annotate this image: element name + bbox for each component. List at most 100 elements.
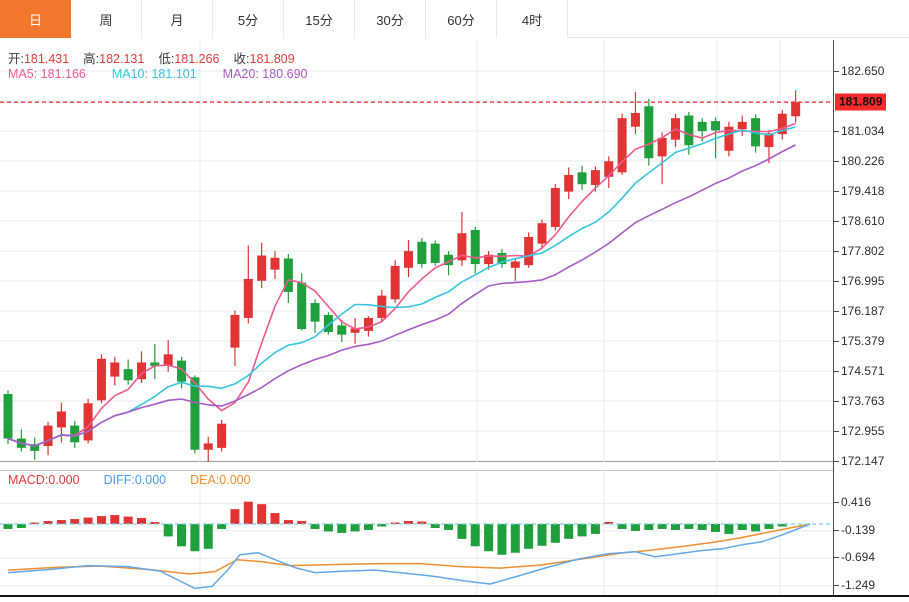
chart-bottom-border (0, 595, 909, 597)
macd-bar (364, 524, 373, 530)
candle-body (658, 138, 667, 157)
price-axis-label: 176.995 (841, 274, 884, 288)
candle-body (257, 256, 266, 281)
candle-body (110, 362, 119, 376)
candle-body (57, 411, 66, 427)
macd-bar (684, 524, 693, 529)
candle-body (591, 170, 600, 185)
macd-bar (311, 524, 320, 529)
tab-month[interactable]: 月 (142, 0, 213, 38)
candle-body (164, 354, 173, 365)
interval-tabbar: 日 周 月 5分 15分 30分 60分 4时 (0, 0, 909, 38)
macd-bar (351, 524, 360, 531)
candle-body (791, 102, 800, 116)
high-value: 182.131 (99, 52, 144, 66)
macd-bar (124, 517, 133, 524)
macd-bar (190, 524, 199, 551)
price-axis-label-tick (834, 131, 839, 132)
macd-bar (524, 524, 533, 549)
price-axis-label-tick (834, 221, 839, 222)
candle-body (644, 106, 653, 158)
low-value: 181.266 (174, 52, 219, 66)
diff-line (8, 524, 810, 588)
candle-body (364, 318, 373, 331)
macd-bar (578, 524, 587, 536)
macd-axis-label: -0.139 (841, 523, 875, 537)
candle-body (324, 315, 333, 332)
tab-60min[interactable]: 60分 (426, 0, 497, 38)
macd-bar (764, 524, 773, 529)
candle-body (738, 122, 747, 129)
candle-body (271, 258, 280, 270)
price-axis-label-tick (834, 341, 839, 342)
tab-4hour[interactable]: 4时 (497, 0, 568, 38)
open-value: 181.431 (24, 52, 69, 66)
price-axis-label: 179.418 (841, 184, 884, 198)
price-axis-label: 177.802 (841, 244, 884, 258)
tab-week[interactable]: 周 (71, 0, 142, 38)
price-axis-label-tick (834, 461, 839, 462)
candle-body (551, 188, 560, 227)
price-axis-label-tick (834, 161, 839, 162)
candlestick-chart-area[interactable] (0, 40, 833, 462)
candle-body (471, 230, 480, 264)
macd-svg (0, 471, 833, 597)
macd-bar (738, 524, 747, 530)
main-gridlines (0, 40, 833, 462)
candle-body (538, 223, 547, 243)
price-axis-label-tick (834, 71, 839, 72)
macd-axis-label: -1.249 (841, 578, 875, 592)
ma10-value: MA10: 181.101 (112, 67, 197, 81)
tab-15min[interactable]: 15分 (284, 0, 355, 38)
open-label: 开: (8, 52, 24, 66)
macd-bar (177, 524, 186, 546)
diff-value: DIFF:0.000 (104, 473, 167, 487)
macd-bar (618, 524, 627, 529)
macd-bar (257, 504, 266, 524)
candle-body (684, 116, 693, 146)
macd-bar (497, 524, 506, 555)
ma5-line (8, 124, 796, 446)
candle-body (578, 172, 587, 184)
macd-axis-label-tick (834, 530, 839, 531)
ma20-value: MA20: 180.690 (223, 67, 308, 81)
price-axis-label: 181.034 (841, 124, 884, 138)
candle-body (417, 242, 426, 264)
macd-bar (457, 524, 466, 539)
price-axis-label-tick (834, 251, 839, 252)
macd-bar (644, 524, 653, 530)
macd-histogram (4, 502, 787, 555)
macd-chart-area[interactable] (0, 470, 833, 597)
candle-body (217, 424, 226, 448)
tab-day[interactable]: 日 (0, 0, 71, 38)
price-axis-label: 174.571 (841, 364, 884, 378)
ma5-value: MA5: 181.166 (8, 67, 86, 81)
candle-body (337, 325, 346, 334)
macd-bar (137, 518, 146, 524)
macd-bar (217, 524, 226, 529)
macd-bar (84, 518, 93, 524)
candle-body (311, 303, 320, 322)
macd-bar (658, 524, 667, 529)
macd-bar (164, 524, 173, 536)
ma-legend: MA5: 181.166 MA10: 181.101 MA20: 180.690 (8, 67, 307, 81)
macd-bar (230, 509, 239, 524)
tab-30min[interactable]: 30分 (355, 0, 426, 38)
macd-bar (698, 524, 707, 530)
macd-bar (751, 524, 760, 531)
price-axis-label: 172.147 (841, 454, 884, 468)
price-axis-label-tick (834, 371, 839, 372)
macd-bar (337, 524, 346, 533)
price-axis-label: 176.187 (841, 304, 884, 318)
macd-axis-label-tick (834, 502, 839, 503)
macd-bar (564, 524, 573, 539)
candle-body (431, 244, 440, 263)
tab-5min[interactable]: 5分 (213, 0, 284, 38)
macd-axis-label: 0.416 (841, 495, 871, 509)
candle-body (511, 261, 520, 267)
close-value: 181.809 (250, 52, 295, 66)
dea-value: DEA:0.000 (190, 473, 250, 487)
price-axis-label: 172.955 (841, 424, 884, 438)
macd-bar (97, 516, 106, 524)
macd-gridlines (0, 471, 833, 597)
